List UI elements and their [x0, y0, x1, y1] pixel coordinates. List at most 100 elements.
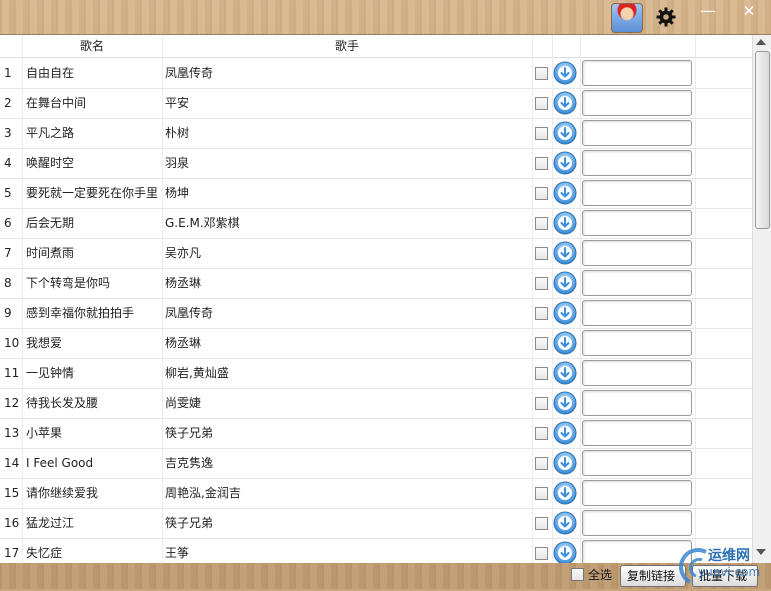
row-select-checkbox[interactable] — [535, 427, 548, 440]
link-field[interactable] — [582, 270, 692, 296]
header-song-name[interactable]: 歌名 — [22, 35, 163, 57]
download-icon[interactable] — [553, 271, 577, 295]
link-field[interactable] — [582, 210, 692, 236]
download-icon[interactable] — [553, 121, 577, 145]
row-select-checkbox[interactable] — [535, 337, 548, 350]
table-row[interactable]: 3 平凡之路 朴树 — [0, 118, 752, 149]
table-row[interactable]: 5 要死就一定要死在你手里 杨坤 — [0, 178, 752, 209]
row-select-checkbox[interactable] — [535, 547, 548, 560]
download-icon[interactable] — [553, 301, 577, 325]
row-select-checkbox[interactable] — [535, 367, 548, 380]
song-name: 一见钟情 — [26, 366, 75, 380]
header-artist[interactable]: 歌手 — [162, 35, 533, 57]
link-field[interactable] — [582, 360, 692, 386]
table-row[interactable]: 4 唤醒时空 羽泉 — [0, 148, 752, 179]
artist-name: 筷子兄弟 — [165, 516, 214, 530]
table-row[interactable]: 6 后会无期 G.E.M.邓紫棋 — [0, 208, 752, 239]
row-number: 3 — [4, 126, 12, 140]
artist-name: 杨坤 — [165, 186, 190, 200]
avatar[interactable] — [611, 3, 643, 33]
link-field[interactable] — [582, 480, 692, 506]
song-name: 自由自在 — [26, 66, 75, 80]
download-icon[interactable] — [553, 91, 577, 115]
row-select-checkbox[interactable] — [535, 247, 548, 260]
download-icon[interactable] — [553, 331, 577, 355]
link-field[interactable] — [582, 330, 692, 356]
download-icon[interactable] — [553, 391, 577, 415]
select-all-label[interactable]: 全选 — [588, 566, 612, 583]
download-icon[interactable] — [553, 541, 577, 563]
download-icon[interactable] — [553, 211, 577, 235]
song-name: 下个转弯是你吗 — [26, 276, 111, 290]
link-field[interactable] — [582, 300, 692, 326]
download-icon[interactable] — [553, 61, 577, 85]
link-field[interactable] — [582, 60, 692, 86]
song-list-panel: 歌名 歌手 1 自由自在 凤凰传奇 2 在舞台中间 平安 3 平凡之路 朴树 4… — [0, 34, 771, 563]
gear-icon[interactable] — [654, 5, 678, 29]
table-row[interactable]: 14 I Feel Good 吉克隽逸 — [0, 448, 752, 479]
row-number: 14 — [4, 456, 20, 470]
table-row[interactable]: 11 一见钟情 柳岩,黄灿盛 — [0, 358, 752, 389]
table-row[interactable]: 1 自由自在 凤凰传奇 — [0, 58, 752, 89]
table-row[interactable]: 15 请你继续爱我 周艳泓,金润吉 — [0, 478, 752, 509]
table-row[interactable]: 8 下个转弯是你吗 杨丞琳 — [0, 268, 752, 299]
row-select-checkbox[interactable] — [535, 217, 548, 230]
table-row[interactable]: 13 小苹果 筷子兄弟 — [0, 418, 752, 449]
row-select-checkbox[interactable] — [535, 307, 548, 320]
scrollbar-thumb[interactable] — [755, 51, 770, 229]
link-field[interactable] — [582, 150, 692, 176]
song-name: 感到幸福你就拍拍手 — [26, 306, 135, 320]
artist-name: G.E.M.邓紫棋 — [165, 216, 240, 230]
vertical-scrollbar[interactable] — [752, 35, 771, 563]
footer-bar: 全选 复制链接 批量下载 — [0, 562, 771, 589]
link-field[interactable] — [582, 450, 692, 476]
minimize-button[interactable]: — — [693, 0, 723, 22]
scroll-up-arrow-icon[interactable] — [756, 39, 766, 45]
row-select-checkbox[interactable] — [535, 517, 548, 530]
link-field[interactable] — [582, 120, 692, 146]
song-name: 要死就一定要死在你手里 — [26, 186, 159, 200]
row-select-checkbox[interactable] — [535, 457, 548, 470]
row-select-checkbox[interactable] — [535, 97, 548, 110]
table-row[interactable]: 9 感到幸福你就拍拍手 凤凰传奇 — [0, 298, 752, 329]
link-field[interactable] — [582, 420, 692, 446]
download-icon[interactable] — [553, 151, 577, 175]
link-field[interactable] — [582, 90, 692, 116]
song-name: 后会无期 — [26, 216, 75, 230]
row-number: 2 — [4, 96, 12, 110]
table-row[interactable]: 10 我想爱 杨丞琳 — [0, 328, 752, 359]
link-field[interactable] — [582, 390, 692, 416]
row-select-checkbox[interactable] — [535, 187, 548, 200]
row-select-checkbox[interactable] — [535, 397, 548, 410]
row-select-checkbox[interactable] — [535, 127, 548, 140]
table-row[interactable]: 17 失忆症 王筝 — [0, 538, 752, 563]
select-all-checkbox[interactable] — [571, 568, 584, 581]
link-field[interactable] — [582, 510, 692, 536]
row-select-checkbox[interactable] — [535, 487, 548, 500]
table-row[interactable]: 7 时间煮雨 吴亦凡 — [0, 238, 752, 269]
row-number: 4 — [4, 156, 12, 170]
download-icon[interactable] — [553, 511, 577, 535]
table-row[interactable]: 12 待我长发及腰 尚雯婕 — [0, 388, 752, 419]
artist-name: 平安 — [165, 96, 190, 110]
row-select-checkbox[interactable] — [535, 157, 548, 170]
download-icon[interactable] — [553, 361, 577, 385]
close-button[interactable]: ✕ — [734, 0, 764, 22]
song-name: 小苹果 — [26, 426, 63, 440]
artist-name: 杨丞琳 — [165, 336, 202, 350]
row-select-checkbox[interactable] — [535, 67, 548, 80]
row-number: 11 — [4, 366, 20, 380]
link-field[interactable] — [582, 240, 692, 266]
download-icon[interactable] — [553, 481, 577, 505]
link-field[interactable] — [582, 180, 692, 206]
row-select-checkbox[interactable] — [535, 277, 548, 290]
table-row[interactable]: 2 在舞台中间 平安 — [0, 88, 752, 119]
table-row[interactable]: 16 猛龙过江 筷子兄弟 — [0, 508, 752, 539]
download-icon[interactable] — [553, 451, 577, 475]
download-icon[interactable] — [553, 421, 577, 445]
download-icon[interactable] — [553, 241, 577, 265]
artist-name: 凤凰传奇 — [165, 306, 214, 320]
download-icon[interactable] — [553, 181, 577, 205]
artist-name: 王筝 — [165, 546, 190, 560]
artist-name: 筷子兄弟 — [165, 426, 214, 440]
